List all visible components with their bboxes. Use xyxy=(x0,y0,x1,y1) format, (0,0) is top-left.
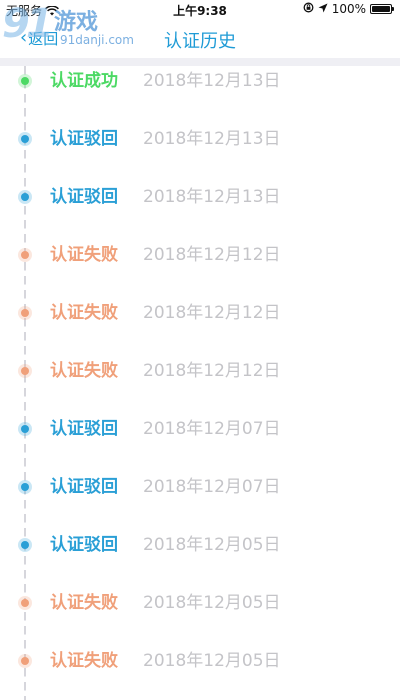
status-dot-icon xyxy=(18,654,32,668)
history-item[interactable]: 认证失败 2018年12月12日 xyxy=(0,226,400,284)
status-dot-icon xyxy=(18,306,32,320)
history-status: 认证驳回 xyxy=(50,477,118,497)
location-arrow-icon xyxy=(318,2,328,16)
history-status: 认证驳回 xyxy=(50,187,118,207)
battery-icon xyxy=(370,4,394,14)
history-item[interactable]: 认证驳回 2018年12月05日 xyxy=(0,516,400,574)
history-date: 2018年12月13日 xyxy=(143,71,281,91)
history-date: 2018年12月05日 xyxy=(143,651,281,671)
history-item[interactable]: 认证失败 2018年12月12日 xyxy=(0,342,400,400)
history-status: 认证失败 xyxy=(50,303,118,323)
status-dot-icon xyxy=(18,480,32,494)
history-date: 2018年12月07日 xyxy=(143,419,281,439)
history-date: 2018年12月13日 xyxy=(143,129,281,149)
history-date: 2018年12月12日 xyxy=(143,361,281,381)
status-dot-icon xyxy=(18,364,32,378)
status-right: 100% xyxy=(303,2,394,16)
history-item[interactable]: 认证失败 2018年12月05日 xyxy=(0,632,400,690)
history-status: 认证失败 xyxy=(50,245,118,265)
history-item[interactable]: 认证驳回 2018年12月13日 xyxy=(0,168,400,226)
status-dot-icon xyxy=(18,596,32,610)
history-timeline: 认证成功 2018年12月13日 认证驳回 2018年12月13日 认证驳回 2018年1… xyxy=(0,66,400,700)
history-date: 2018年12月07日 xyxy=(143,477,281,497)
history-item[interactable]: 认证成功 2018年12月13日 xyxy=(0,52,400,110)
history-date: 2018年12月12日 xyxy=(143,303,281,323)
history-status: 认证失败 xyxy=(50,651,118,671)
history-item[interactable]: 认证失败 2018年12月05日 xyxy=(0,574,400,632)
history-item[interactable]: 认证驳回 2018年12月07日 xyxy=(0,400,400,458)
battery-fill xyxy=(372,6,390,12)
status-dot-icon xyxy=(18,248,32,262)
status-bar: 无服务 上午9:38 100% xyxy=(0,0,400,20)
status-dot-icon xyxy=(18,190,32,204)
history-item[interactable]: 认证失败 2018年12月12日 xyxy=(0,284,400,342)
status-dot-icon xyxy=(18,132,32,146)
status-dot-icon xyxy=(18,422,32,436)
history-status: 认证驳回 xyxy=(50,535,118,555)
battery-percent: 100% xyxy=(331,2,366,16)
history-status: 认证成功 xyxy=(50,71,118,91)
history-date: 2018年12月13日 xyxy=(143,187,281,207)
history-date: 2018年12月12日 xyxy=(143,245,281,265)
history-date: 2018年12月05日 xyxy=(143,535,281,555)
page-title: 认证历史 xyxy=(164,31,236,52)
history-status: 认证驳回 xyxy=(50,129,118,149)
history-item[interactable]: 认证驳回 2018年12月07日 xyxy=(0,458,400,516)
history-item[interactable]: 认证驳回 2018年12月13日 xyxy=(0,110,400,168)
history-status: 认证驳回 xyxy=(50,419,118,439)
status-dot-icon xyxy=(18,538,32,552)
lock-rotation-icon xyxy=(303,2,314,16)
history-status: 认证失败 xyxy=(50,593,118,613)
history-status: 认证失败 xyxy=(50,361,118,381)
history-date: 2018年12月05日 xyxy=(143,593,281,613)
status-dot-icon xyxy=(18,74,32,88)
